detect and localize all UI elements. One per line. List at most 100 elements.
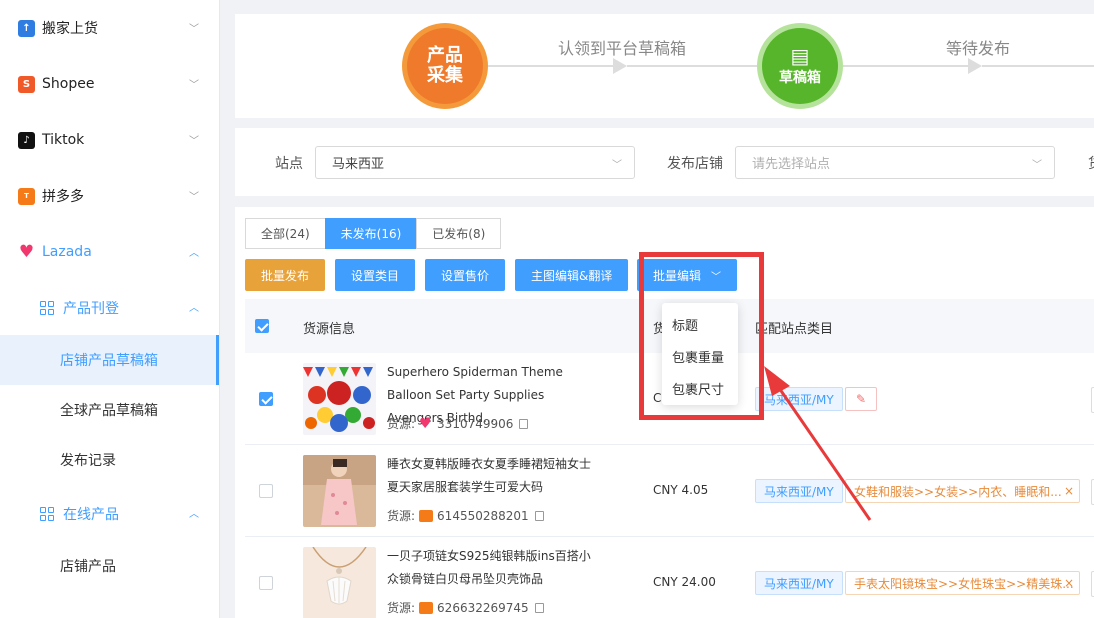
set-category-button[interactable]: 设置类目 bbox=[335, 259, 416, 291]
close-icon[interactable]: × bbox=[1064, 484, 1074, 498]
source-id[interactable]: 626632269745 bbox=[437, 601, 529, 615]
menu-item-package-size[interactable]: 包裹尺寸 bbox=[672, 379, 724, 398]
sidebar-item-publish-records[interactable]: 发布记录 bbox=[0, 435, 219, 485]
upload-icon: ↑ bbox=[18, 19, 35, 37]
menu-item-title[interactable]: 标题 bbox=[672, 315, 698, 334]
step-connector bbox=[488, 65, 613, 67]
sidebar-item-lazada[interactable]: ♥ Lazada ︿ bbox=[0, 224, 219, 280]
sidebar-item-label: 产品刊登 bbox=[63, 301, 119, 317]
grid-icon bbox=[40, 507, 54, 521]
sidebar-item-label: 拼多多 bbox=[42, 189, 84, 205]
step-connector bbox=[627, 65, 757, 67]
source-label: 货源: bbox=[387, 417, 416, 431]
shopee-icon: S bbox=[18, 75, 35, 93]
tab-unpublished[interactable]: 未发布(16) bbox=[324, 218, 418, 249]
temu-icon: T bbox=[18, 187, 35, 205]
batch-publish-button[interactable]: 批量发布 bbox=[245, 259, 326, 291]
lazada-heart-icon: ♥ bbox=[18, 242, 35, 262]
step-label: 产品 bbox=[427, 45, 463, 66]
lazada-heart-icon: ♥ bbox=[419, 415, 432, 432]
product-table-panel: 全部(24) 未发布(16) 已发布(8) 批量发布 设置类目 设置售价 主图编… bbox=[235, 207, 1094, 618]
sidebar-item-store-products[interactable]: 店铺产品 bbox=[0, 541, 219, 591]
chevron-down-icon: ﹀ bbox=[1032, 160, 1042, 171]
product-title[interactable]: 一贝子项链女S925纯银韩版ins百搭小众锁骨链白贝母吊坠贝壳饰品 bbox=[387, 545, 602, 591]
chevron-down-icon: ﹀ bbox=[189, 24, 199, 35]
chevron-down-icon: ﹀ bbox=[189, 136, 199, 147]
workflow-steps: 产品 采集 认领到平台草稿箱 ▤ 草稿箱 等待发布 bbox=[235, 14, 1094, 118]
product-thumbnail[interactable] bbox=[303, 455, 376, 527]
product-price: C bbox=[653, 391, 662, 405]
step-connector bbox=[982, 65, 1094, 67]
sidebar-item-store-drafts[interactable]: 店铺产品草稿箱 bbox=[0, 335, 219, 385]
arrow-right-icon bbox=[613, 58, 627, 74]
chevron-up-icon: ︿ bbox=[189, 303, 199, 314]
grid-icon bbox=[40, 301, 54, 315]
chevron-down-icon: ﹀ bbox=[711, 271, 722, 283]
tiktok-icon: ♪ bbox=[18, 131, 35, 149]
product-title[interactable]: 睡衣女夏韩版睡衣女夏季睡裙短袖女士夏天家居服套装学生可爱大码 bbox=[387, 453, 602, 499]
set-price-button[interactable]: 设置售价 bbox=[425, 259, 506, 291]
step-collect: 产品 采集 bbox=[402, 23, 488, 109]
sidebar-item-pinduoduo[interactable]: T 拼多多 ﹀ bbox=[0, 168, 219, 224]
batch-edit-label: 批量编辑 bbox=[653, 268, 702, 283]
row-checkbox[interactable] bbox=[259, 392, 273, 406]
chevron-down-icon: ﹀ bbox=[189, 80, 199, 91]
site-tag: 马来西亚/MY bbox=[755, 387, 843, 411]
site-select[interactable]: 马来西亚 ﹀ bbox=[315, 146, 635, 179]
main-image-edit-button[interactable]: 主图编辑&翻译 bbox=[515, 259, 629, 291]
category-tag-text: 女鞋和服装>>女装>>内衣、睡眠和... bbox=[854, 484, 1062, 499]
category-tag-text: 手表太阳镜珠宝>>女性珠宝>>精美珠... bbox=[854, 576, 1074, 591]
cut-label: 货 bbox=[1088, 153, 1094, 173]
product-thumbnail[interactable] bbox=[303, 547, 376, 618]
product-price: CNY 24.00 bbox=[653, 575, 716, 589]
sidebar-item-global-drafts[interactable]: 全球产品草稿箱 bbox=[0, 385, 219, 435]
tab-published[interactable]: 已发布(8) bbox=[416, 218, 502, 249]
site-label: 站点 bbox=[275, 156, 303, 172]
chevron-up-icon: ︿ bbox=[189, 248, 199, 259]
site-tag: 马来西亚/MY bbox=[755, 571, 843, 595]
source-label: 货源: bbox=[387, 601, 416, 615]
sidebar-group-product-listing[interactable]: 产品刊登 ︿ bbox=[0, 283, 219, 333]
col-source-header: 货源信息 bbox=[303, 322, 356, 337]
sidebar: ↑ 搬家上货 ﹀ S Shopee ﹀ ♪ Tiktok ﹀ T 拼多多 ﹀ ♥… bbox=[0, 0, 220, 618]
sidebar-item-tiktok[interactable]: ♪ Tiktok ﹀ bbox=[0, 112, 219, 168]
close-icon[interactable]: × bbox=[1064, 576, 1074, 590]
chevron-up-icon: ︿ bbox=[189, 509, 199, 520]
batch-edit-dropdown: 标题 包裹重量 包裹尺寸 bbox=[662, 303, 738, 405]
sidebar-item-label: Tiktok bbox=[42, 132, 85, 148]
alibaba-icon bbox=[419, 601, 434, 614]
tab-all[interactable]: 全部(24) bbox=[245, 218, 326, 249]
sidebar-item-label: Lazada bbox=[42, 244, 92, 260]
sidebar-group-online-products[interactable]: 在线产品 ︿ bbox=[0, 489, 219, 539]
source-id[interactable]: 614550288201 bbox=[437, 509, 529, 523]
store-icon: ▤ bbox=[790, 44, 810, 68]
sidebar-item-label: 搬家上货 bbox=[42, 21, 98, 37]
sidebar-item-shopee[interactable]: S Shopee ﹀ bbox=[0, 56, 219, 112]
edit-category-button[interactable]: ✎ bbox=[845, 387, 877, 411]
product-source: 货源: 614550288201 bbox=[387, 507, 544, 524]
copy-icon[interactable] bbox=[534, 602, 544, 613]
copy-icon[interactable] bbox=[534, 510, 544, 521]
row-checkbox[interactable] bbox=[259, 576, 273, 590]
step-label: 采集 bbox=[427, 65, 463, 86]
sidebar-item-move-goods[interactable]: ↑ 搬家上货 ﹀ bbox=[0, 0, 219, 56]
category-tag: 女鞋和服装>>女装>>内衣、睡眠和... × bbox=[845, 479, 1080, 503]
batch-edit-button[interactable]: 批量编辑 ﹀ bbox=[637, 259, 738, 291]
sidebar-item-label: 在线产品 bbox=[63, 507, 119, 523]
col-category-header: 匹配站点类目 bbox=[755, 322, 834, 337]
store-label: 发布店铺 bbox=[667, 156, 723, 172]
alibaba-icon bbox=[419, 509, 434, 522]
copy-icon[interactable] bbox=[519, 418, 529, 429]
category-tag: 手表太阳镜珠宝>>女性珠宝>>精美珠... × bbox=[845, 571, 1080, 595]
product-source: 货源: 626632269745 bbox=[387, 599, 544, 616]
step-draft-box: ▤ 草稿箱 bbox=[757, 23, 843, 109]
status-tabs: 全部(24) 未发布(16) 已发布(8) bbox=[245, 218, 502, 249]
menu-item-package-weight[interactable]: 包裹重量 bbox=[672, 347, 724, 366]
product-price: CNY 4.05 bbox=[653, 483, 709, 497]
source-id[interactable]: 3310749906 bbox=[437, 417, 513, 431]
store-select[interactable]: 请先选择站点 ﹀ bbox=[735, 146, 1055, 179]
product-thumbnail[interactable] bbox=[303, 363, 376, 435]
table-row: 睡衣女夏韩版睡衣女夏季睡裙短袖女士夏天家居服套装学生可爱大码 货源: 61455… bbox=[245, 445, 1094, 537]
row-checkbox[interactable] bbox=[259, 484, 273, 498]
select-all-checkbox[interactable] bbox=[255, 319, 269, 333]
